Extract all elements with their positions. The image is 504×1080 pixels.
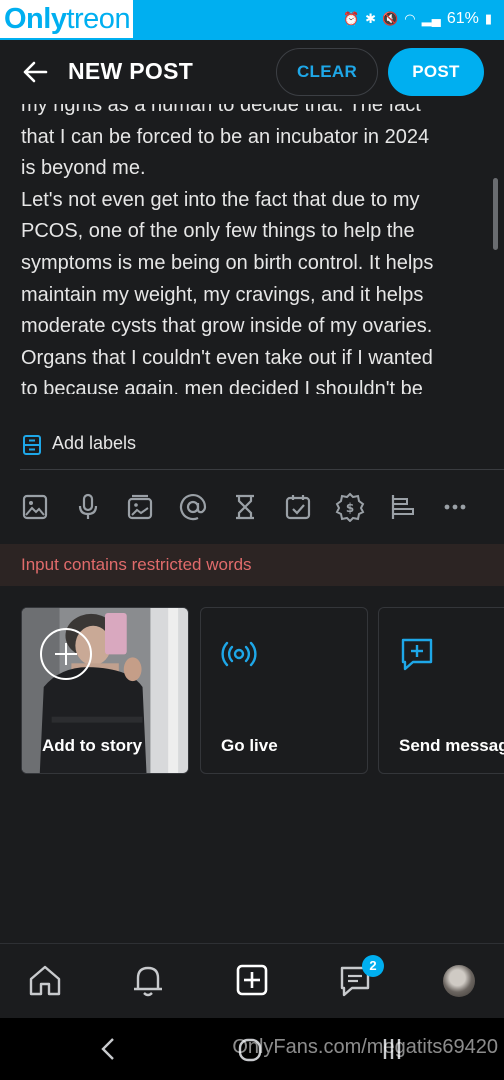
live-broadcast-icon — [221, 641, 257, 667]
battery-icon: ▮ — [484, 11, 492, 26]
signal-icon: ▂▄ — [421, 11, 441, 26]
new-post-plus-icon[interactable] — [234, 962, 270, 998]
price-tag-icon[interactable]: $ — [335, 492, 365, 523]
notifications-bell-icon[interactable] — [130, 962, 166, 998]
post-text-line: to because again, men decided I shouldn'… — [21, 378, 423, 394]
send-message-card[interactable]: Send message — [378, 607, 504, 774]
alarm-icon: ⏰ — [342, 11, 360, 26]
image-icon[interactable] — [20, 492, 50, 522]
status-bar: Only treon ⏰ ✱ 🔇 ◠ ▂▄ 61% ▮ — [0, 0, 504, 40]
hourglass-icon[interactable] — [230, 492, 260, 522]
restricted-words-warning: Input contains restricted words — [0, 544, 504, 586]
warning-text: Input contains restricted words — [21, 555, 252, 574]
brand-logo-bold: Only — [4, 2, 67, 35]
bottom-navigation — [0, 943, 504, 1018]
divider — [20, 469, 504, 470]
post-text-line: my rights as a human to decide that. The… — [21, 104, 421, 116]
svg-text:$: $ — [346, 501, 354, 515]
add-story-plus-icon — [40, 628, 92, 680]
watermark-text: OnlyFans.com/megatits69420 — [232, 1036, 498, 1058]
post-text-area[interactable]: my rights as a human to decide that. The… — [0, 104, 504, 394]
post-text-line: Let's not even get into the fact that du… — [21, 188, 420, 211]
add-labels-label: Add labels — [52, 433, 137, 453]
profile-avatar[interactable] — [443, 965, 475, 997]
go-live-label: Go live — [221, 736, 278, 755]
post-text-line: is beyond me. — [21, 157, 146, 180]
add-labels-row[interactable]: Add labels — [0, 420, 504, 468]
add-to-story-card[interactable]: Add to story — [21, 607, 189, 774]
label-icon — [23, 435, 41, 455]
home-icon[interactable] — [27, 962, 63, 998]
more-icon[interactable] — [440, 492, 470, 522]
calendar-check-icon[interactable] — [283, 492, 313, 522]
system-back-icon[interactable] — [98, 1036, 118, 1062]
post-toolbar: $ — [0, 486, 504, 530]
message-add-icon — [401, 638, 433, 671]
post-button[interactable]: POST — [388, 48, 484, 96]
back-arrow-icon[interactable] — [20, 57, 50, 87]
battery-level: 61% — [446, 10, 479, 27]
go-live-card[interactable]: Go live — [200, 607, 368, 774]
add-to-story-label: Add to story — [42, 736, 143, 755]
wifi-icon: ◠ — [404, 11, 416, 26]
post-text-line: moderate cysts that grow inside of my ov… — [21, 315, 433, 338]
post-text-line: maintain my weight, my cravings, and it … — [21, 283, 424, 306]
text-scrollbar[interactable] — [493, 178, 498, 250]
messages-count-badge: 2 — [362, 955, 384, 977]
mute-icon: 🔇 — [382, 11, 399, 26]
microphone-icon[interactable] — [73, 492, 103, 522]
post-text-line: Organs that I couldn't even take out if … — [21, 346, 433, 369]
poll-icon[interactable] — [388, 492, 418, 522]
post-text: my rights as a human to decide that. The… — [21, 104, 481, 394]
post-header: NEW POST CLEAR POST — [0, 40, 504, 104]
post-text-line: that I can be forced to be an incubator … — [21, 125, 430, 148]
brand-logo-rest: treon — [66, 2, 131, 35]
gallery-icon[interactable] — [125, 492, 155, 522]
system-status: ⏰ ✱ 🔇 ◠ ▂▄ 61% ▮ — [343, 10, 492, 28]
send-message-label: Send message — [399, 736, 504, 755]
page-title: NEW POST — [68, 58, 194, 84]
bluetooth-icon: ✱ — [365, 11, 377, 26]
brand-logo: Only treon — [0, 0, 134, 38]
clear-button[interactable]: CLEAR — [276, 48, 378, 96]
post-text-line: symptoms is me being on birth control. I… — [21, 251, 434, 274]
mention-icon[interactable] — [178, 492, 208, 522]
post-text-line: PCOS, one of the only few things to help… — [21, 220, 415, 243]
